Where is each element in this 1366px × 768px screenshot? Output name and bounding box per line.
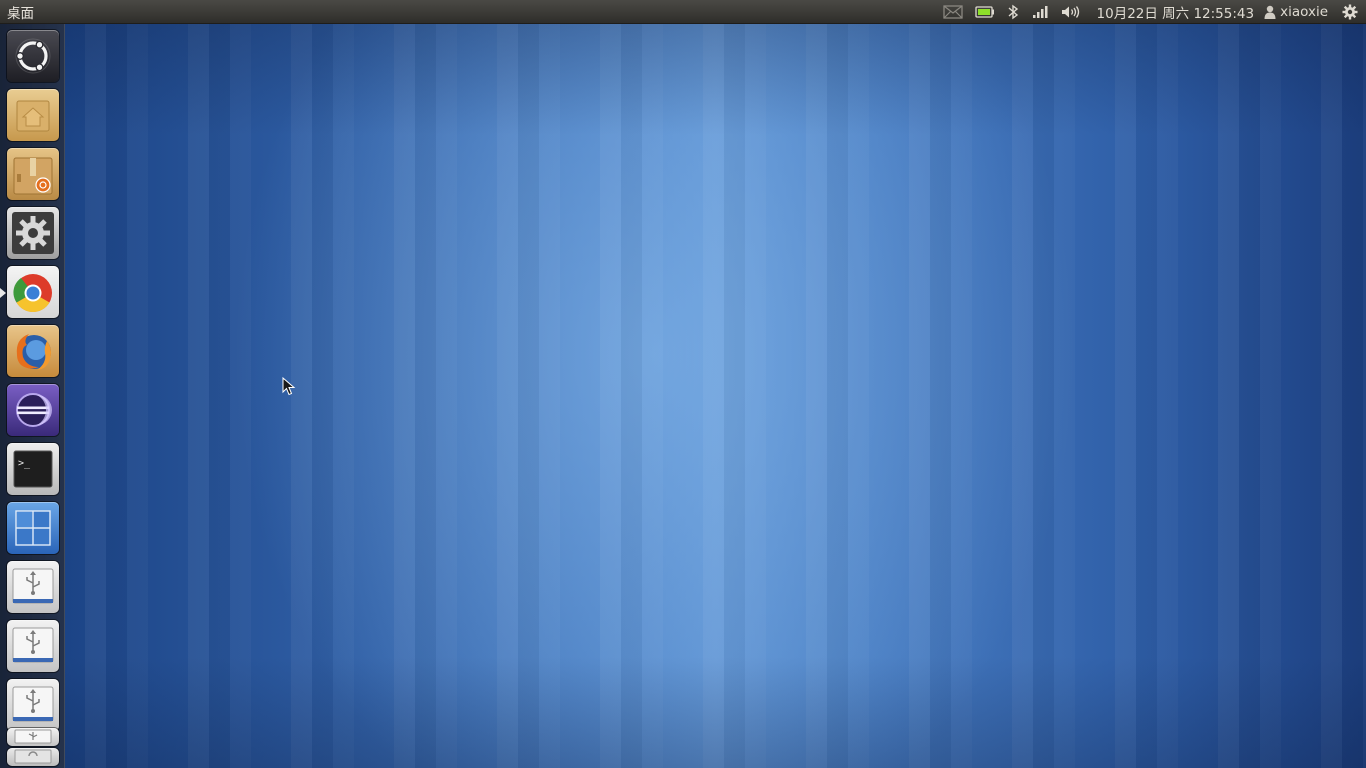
indicator-area: 10月22日 周六 12:55:43 xiaoxie xyxy=(937,0,1366,24)
usb-drive-icon xyxy=(12,627,54,663)
usb-drive-button-1[interactable] xyxy=(7,561,59,613)
mouse-cursor-icon xyxy=(282,377,296,396)
battery-icon[interactable] xyxy=(969,0,1001,24)
ubuntu-logo-icon xyxy=(15,38,51,74)
usb-drive-button-2[interactable] xyxy=(7,620,59,672)
user-icon xyxy=(1264,5,1276,19)
usb-drive-icon xyxy=(12,686,54,722)
active-app-indicator xyxy=(0,288,6,298)
eclipse-button[interactable] xyxy=(7,384,59,436)
volume-icon[interactable] xyxy=(1055,0,1087,24)
firefox-icon xyxy=(16,334,51,370)
chrome-button[interactable] xyxy=(7,266,59,318)
user-name: xiaoxie xyxy=(1280,3,1328,20)
top-panel: 桌面 10月22日 周六 12:55:43 xiaoxie xyxy=(0,0,1366,24)
clock[interactable]: 10月22日 周六 12:55:43 xyxy=(1087,2,1261,22)
network-signal-icon[interactable] xyxy=(1025,0,1055,24)
dash-home-button[interactable] xyxy=(7,30,59,82)
home-folder-icon xyxy=(16,100,50,132)
user-menu[interactable]: xiaoxie xyxy=(1260,4,1336,20)
desktop-wallpaper[interactable] xyxy=(65,24,1366,768)
trash-button[interactable] xyxy=(7,748,59,766)
workspace-switcher-icon xyxy=(15,510,51,546)
gear-icon[interactable] xyxy=(1336,0,1366,24)
eclipse-icon xyxy=(16,393,52,427)
mail-icon[interactable] xyxy=(937,0,969,24)
gear-icon xyxy=(12,212,54,254)
system-settings-button[interactable] xyxy=(7,207,59,259)
bluetooth-icon[interactable] xyxy=(1001,0,1025,24)
terminal-button[interactable]: >_ xyxy=(7,443,59,495)
usb-drive-icon xyxy=(14,729,52,744)
launcher: >_ xyxy=(0,24,65,768)
workspace-switcher-button[interactable] xyxy=(7,502,59,554)
usb-drive-button-4[interactable] xyxy=(7,728,59,746)
chrome-icon xyxy=(13,274,52,313)
terminal-icon: >_ xyxy=(13,450,53,488)
firefox-button[interactable] xyxy=(7,325,59,377)
home-folder-button[interactable] xyxy=(7,89,59,141)
svg-text:>_: >_ xyxy=(18,458,31,469)
usb-drive-button-3[interactable] xyxy=(7,679,59,731)
software-center-button[interactable] xyxy=(7,148,59,200)
trash-icon xyxy=(14,749,52,764)
panel-app-title: 桌面 xyxy=(7,5,34,22)
software-center-icon xyxy=(13,157,53,195)
usb-drive-icon xyxy=(12,568,54,604)
